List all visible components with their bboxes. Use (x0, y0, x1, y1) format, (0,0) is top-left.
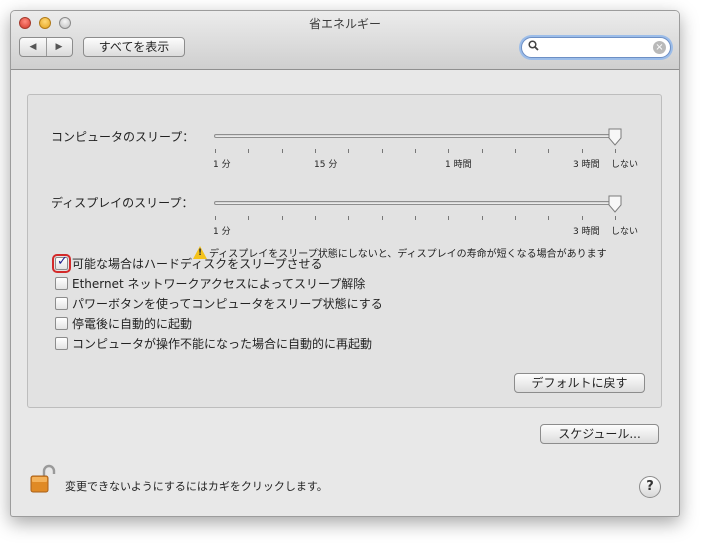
computer-sleep-tick-label: 15 分 (314, 160, 338, 170)
checkmark-icon: ✓ (57, 254, 68, 269)
slider-tick-mark (548, 149, 550, 153)
checkbox[interactable] (55, 317, 68, 330)
slider-tick-mark (415, 216, 416, 220)
computer-sleep-tick-label: 1 分 (213, 160, 231, 170)
checkbox[interactable] (55, 337, 68, 350)
slider-tick-mark (381, 149, 383, 153)
search-icon (528, 40, 539, 54)
display-sleep-slider-thumb[interactable] (608, 195, 622, 213)
option-row[interactable]: パワーボタンを使ってコンピュータをスリープ状態にする (55, 295, 383, 312)
slider-tick-mark (481, 149, 483, 153)
search-input[interactable] (542, 39, 646, 57)
option-row[interactable]: ✓ 可能な場合はハードディスクをスリープさせる (52, 254, 323, 273)
slider-tick-mark (448, 216, 450, 220)
slider-tick-mark (281, 149, 283, 153)
lock-icon[interactable] (30, 464, 56, 494)
option-row[interactable]: コンピュータが操作不能になった場合に自動的に再起動 (55, 335, 372, 352)
slider-tick-mark (581, 216, 583, 220)
clear-search-icon[interactable]: × (653, 41, 666, 54)
computer-sleep-slider-thumb[interactable] (608, 128, 622, 146)
show-all-button[interactable]: すべてを表示 (83, 37, 185, 57)
option-label: 可能な場合はハードディスクをスリープさせる (72, 257, 323, 271)
slider-tick-mark (215, 149, 216, 153)
back-button[interactable]: ◀ (20, 38, 47, 56)
slider-tick-mark (515, 216, 516, 220)
search-field[interactable]: × (521, 37, 671, 58)
window-title: 省エネルギー (308, 17, 381, 31)
back-forward-control: ◀ ▶ (19, 37, 73, 57)
computer-sleep-label: コンピュータのスリープ： (51, 130, 195, 144)
slider-tick-mark (481, 216, 483, 220)
forward-icon: ▶ (55, 42, 63, 52)
slider-tick-mark (348, 216, 350, 220)
checkbox[interactable]: ✓ (52, 254, 71, 273)
checkbox[interactable] (55, 297, 68, 310)
preferences-window: 省エネルギー ◀ ▶ すべてを表示 × コンピュータのスリープ： 1 分 15 … (10, 10, 680, 517)
back-icon: ◀ (29, 42, 37, 52)
option-row[interactable]: 停電後に自動的に起動 (55, 315, 192, 332)
computer-sleep-tick-label: しない (611, 160, 639, 170)
slider-tick-mark (448, 149, 450, 153)
slider-tick-mark (248, 149, 250, 153)
slider-tick-mark (581, 149, 583, 153)
display-sleep-tick-label: 3 時間 (573, 227, 600, 237)
slider-tick-mark (281, 216, 283, 220)
option-row[interactable]: Ethernet ネットワークアクセスによってスリープ解除 (55, 275, 365, 292)
slider-tick-mark (315, 216, 316, 220)
display-sleep-tick-label: 1 分 (213, 227, 231, 237)
slider-tick-mark (415, 149, 416, 153)
display-sleep-label: ディスプレイのスリープ： (51, 196, 194, 210)
option-label: パワーボタンを使ってコンピュータをスリープ状態にする (72, 297, 383, 311)
slider-tick-mark (381, 216, 383, 220)
display-sleep-tick-label: しない (611, 227, 639, 237)
slider-tick-mark (348, 149, 350, 153)
option-label: 停電後に自動的に起動 (72, 317, 193, 331)
checkbox[interactable] (55, 277, 68, 290)
slider-tick-mark (215, 216, 216, 220)
slider-tick-mark (615, 149, 616, 153)
computer-sleep-slider-track[interactable] (214, 134, 621, 138)
help-button[interactable]: ? (639, 476, 661, 498)
restore-defaults-button[interactable]: デフォルトに戻す (514, 373, 645, 393)
computer-sleep-tick-label: 3 時間 (573, 160, 600, 170)
slider-tick-mark (315, 149, 316, 153)
slider-tick-mark (248, 216, 250, 220)
computer-sleep-tick-label: 1 時間 (445, 160, 472, 170)
lock-message: 変更できないようにするにはカギをクリックします。 (65, 480, 328, 493)
display-sleep-slider-track[interactable] (214, 201, 621, 205)
slider-tick-mark (548, 216, 550, 220)
slider-tick-mark (515, 149, 516, 153)
slider-tick-mark (615, 216, 616, 220)
option-label: Ethernet ネットワークアクセスによってスリープ解除 (72, 277, 366, 291)
forward-button[interactable]: ▶ (46, 38, 72, 56)
schedule-button[interactable]: スケジュール... (540, 424, 659, 444)
option-label: コンピュータが操作不能になった場合に自動的に再起動 (72, 337, 373, 351)
title-bar: 省エネルギー ◀ ▶ すべてを表示 × (11, 11, 679, 70)
